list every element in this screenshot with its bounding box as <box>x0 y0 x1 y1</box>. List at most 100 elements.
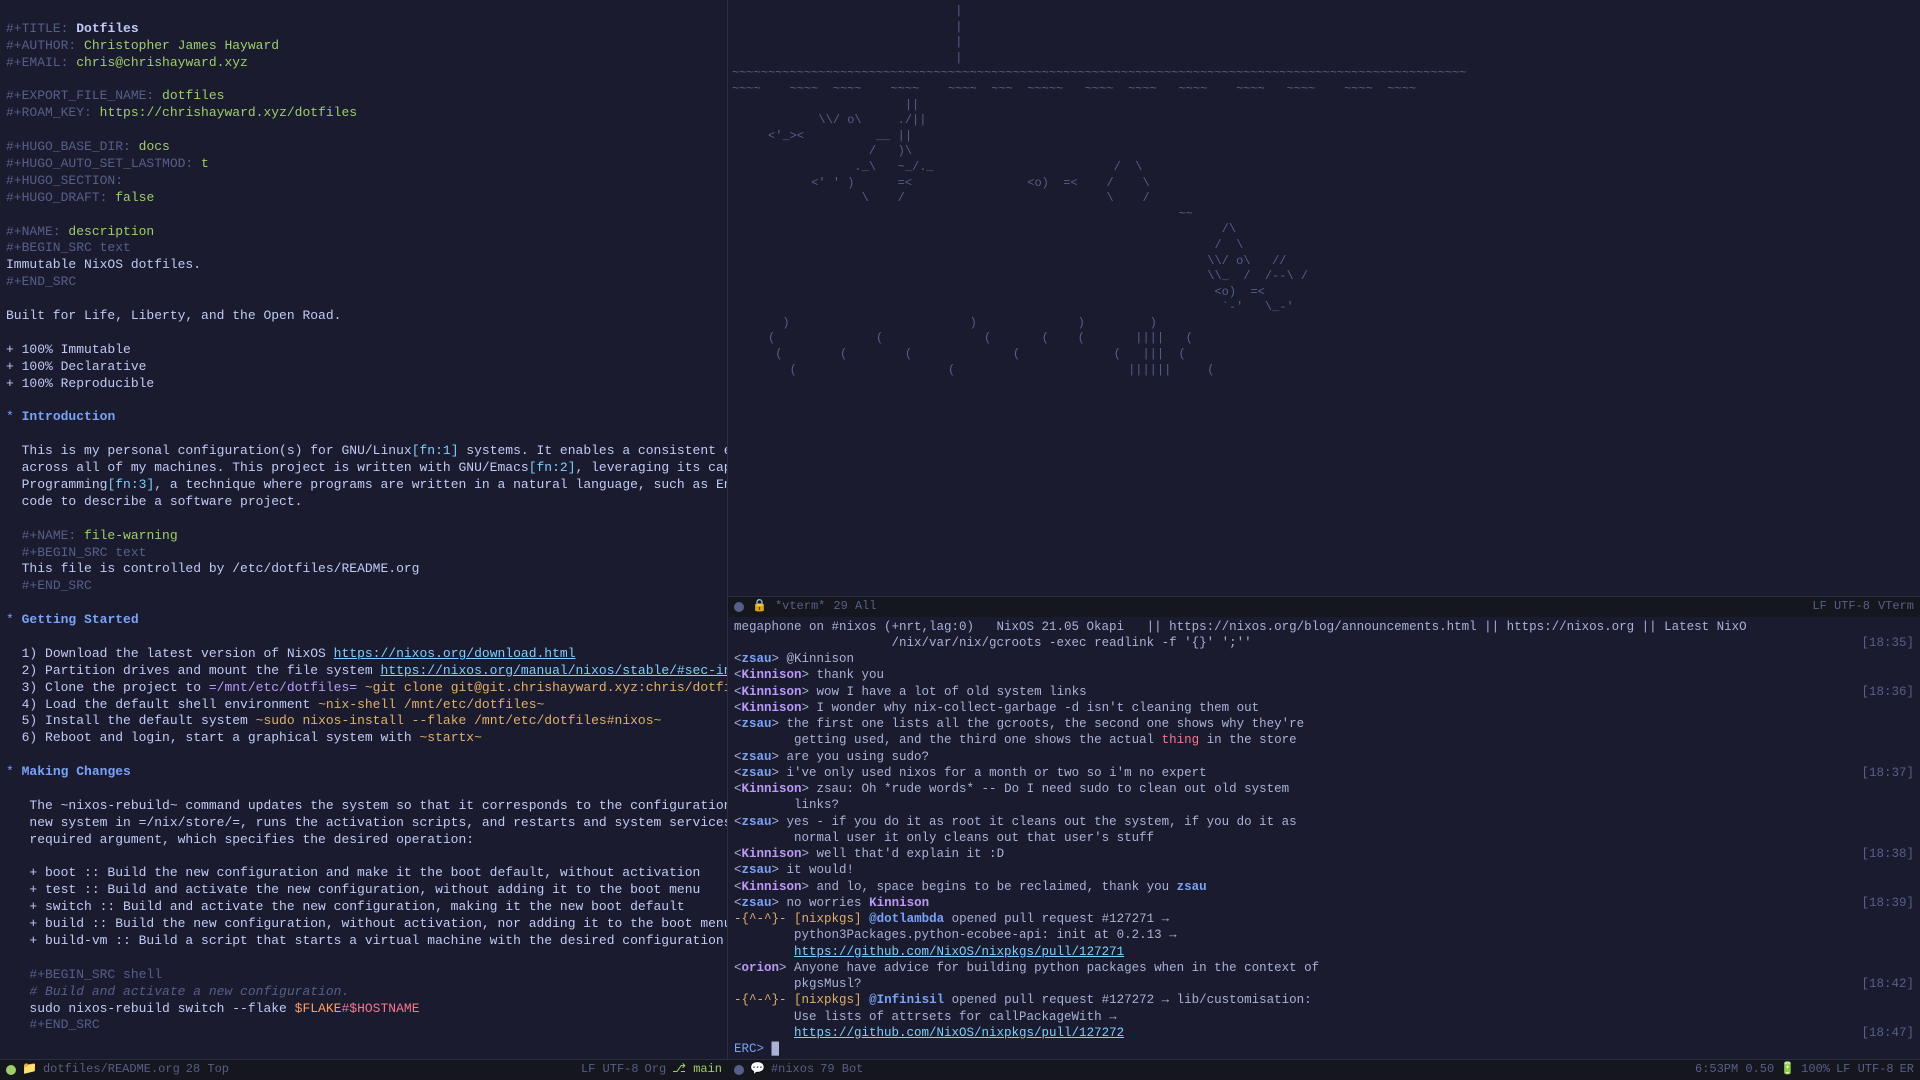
modified-dot-icon <box>6 1065 16 1075</box>
footnote-ref[interactable]: [fn:3] <box>107 477 154 492</box>
battery-pct: 100% <box>1801 1062 1830 1078</box>
name-value: file-warning <box>84 528 178 543</box>
hugo-lastmod-kw: #+HUGO_AUTO_SET_LASTMOD: <box>6 156 193 171</box>
irc-message: Use lists of attrsets for callPackageWit… <box>734 1009 1914 1025</box>
position: 29 All <box>833 599 876 615</box>
author-value: Christopher James Hayward <box>84 38 279 53</box>
erc-prompt: ERC> <box>734 1042 764 1056</box>
op-item: + boot :: Build the new configuration an… <box>29 865 700 880</box>
intro-text: This is my personal configuration(s) for… <box>22 443 412 458</box>
irc-message: <zsau> are you using sudo? <box>734 749 1914 765</box>
position: 79 Bot <box>820 1062 863 1078</box>
warn-body: This file is controlled by /etc/dotfiles… <box>22 561 420 576</box>
hugo-base-kw: #+HUGO_BASE_DIR: <box>6 139 131 154</box>
irc-topic: megaphone on #nixos (+nrt,lag:0) NixOS 2… <box>734 619 1914 635</box>
irc-message: python3Packages.python-ecobee-api: init … <box>734 927 1914 943</box>
encoding: LF UTF-8 <box>1812 599 1870 615</box>
chat-icon: 💬 <box>750 1062 765 1078</box>
irc-buffer[interactable]: megaphone on #nixos (+nrt,lag:0) NixOS 2… <box>728 617 1920 1060</box>
title-kw: #+TITLE: <box>6 21 68 36</box>
irc-message: <zsau> no worries Kinnison[18:39] <box>734 895 1914 911</box>
command: ~startx~ <box>419 730 481 745</box>
end-src: #+END_SRC <box>22 578 92 593</box>
heading-making-changes[interactable]: Making Changes <box>22 764 131 779</box>
begin-src: #+BEGIN_SRC text <box>6 240 131 255</box>
step-text: 1) Download the latest version of NixOS <box>22 646 334 661</box>
irc-message: <zsau> it would! <box>734 862 1914 878</box>
irc-message: -{^-^}- [nixpkgs] @dotlambda opened pull… <box>734 911 1914 927</box>
bullet: + 100% Declarative <box>6 359 146 374</box>
vterm-ascii-art[interactable]: | | | | ~~~~~~~~~~~~~~~~~~~~~~~~~~~~~~~~… <box>728 0 1920 596</box>
irc-message: <Kinnison> zsau: Oh *rude words* -- Do I… <box>734 781 1914 797</box>
intro-text: Programming <box>22 477 108 492</box>
begin-src-shell: #+BEGIN_SRC shell <box>29 967 162 982</box>
intro-text: , a technique where programs are written… <box>154 477 728 492</box>
tagline: Built for Life, Liberty, and the Open Ro… <box>6 308 341 323</box>
intro-text: code to describe a software project. <box>22 494 303 509</box>
irc-message: <zsau> yes - if you do it as root it cle… <box>734 814 1914 830</box>
author-kw: #+AUTHOR: <box>6 38 76 53</box>
name-value: description <box>68 224 154 239</box>
battery-icon: 🔋 <box>1780 1062 1795 1078</box>
irc-message: -{^-^}- [nixpkgs] @Infinisil opened pull… <box>734 992 1914 1008</box>
step-text: 4) Load the default shell environment <box>22 697 318 712</box>
irc-message: <zsau> i've only used nixos for a month … <box>734 765 1914 781</box>
hugo-base-value: docs <box>139 139 170 154</box>
download-link[interactable]: https://nixos.org/download.html <box>334 646 576 661</box>
irc-message: <Kinnison> thank you <box>734 667 1914 683</box>
export-kw: #+EXPORT_FILE_NAME: <box>6 88 154 103</box>
heading-getting-started[interactable]: Getting Started <box>22 612 139 627</box>
erc-prompt-line[interactable]: ERC> █ <box>734 1041 1914 1057</box>
hugo-draft-kw: #+HUGO_DRAFT: <box>6 190 107 205</box>
irc-message: <orion> Anyone have advice for building … <box>734 960 1914 976</box>
git-branch: main <box>693 1062 722 1076</box>
irc-message: https://github.com/NixOS/nixpkgs/pull/12… <box>734 1025 1914 1041</box>
branch-icon: ⎇ <box>672 1062 686 1076</box>
status-dot-icon <box>734 1065 744 1075</box>
intro-text: , leveraging its capabilities for Litera… <box>576 460 728 475</box>
irc-message: <zsau> @Kinnison <box>734 651 1914 667</box>
vterm-modeline[interactable]: 🔒 *vterm* 29 All LF UTF-8 VTerm <box>728 596 1920 617</box>
major-mode: Org <box>645 1062 667 1078</box>
footnote-ref[interactable]: [fn:1] <box>412 443 459 458</box>
footnote-ref[interactable]: [fn:2] <box>529 460 576 475</box>
intro-text: across all of my machines. This project … <box>22 460 529 475</box>
end-src: #+END_SRC <box>29 1017 99 1032</box>
readonly-icon: 🔒 <box>752 599 767 615</box>
email-value: chris@chrishayward.xyz <box>76 55 248 70</box>
heading-intro[interactable]: Introduction <box>22 409 116 424</box>
mc-text: new system in =/nix/store/=, runs the ac… <box>29 815 728 830</box>
roam-kw: #+ROAM_KEY: <box>6 105 92 120</box>
desc-body: Immutable NixOS dotfiles. <box>6 257 201 272</box>
irc-message: getting used, and the third one shows th… <box>734 732 1914 748</box>
irc-message: normal user it only cleans out that user… <box>734 830 1914 846</box>
org-editor[interactable]: #+TITLE: Dotfiles #+AUTHOR: Christopher … <box>0 0 728 1059</box>
partitioning-link[interactable]: https://nixos.org/manual/nixos/stable/#s… <box>380 663 728 678</box>
irc-message: <zsau> the first one lists all the gcroo… <box>734 716 1914 732</box>
step-text: 5) Install the default system <box>22 713 256 728</box>
right-modeline[interactable]: 💬 #nixos 79 Bot 6:53PM 0.50 🔋100% LF UTF… <box>728 1059 1920 1080</box>
command: ~nix-shell /mnt/etc/dotfiles~ <box>318 697 544 712</box>
export-value: dotfiles <box>162 88 224 103</box>
bullet: + 100% Immutable <box>6 342 131 357</box>
encoding: LF UTF-8 <box>581 1062 639 1078</box>
left-modeline[interactable]: 📁 dotfiles/README.org 28 Top LF UTF-8 Or… <box>0 1059 728 1080</box>
end-src: #+END_SRC <box>6 274 76 289</box>
hugo-draft-value: false <box>115 190 154 205</box>
shell-comment: # Build and activate a new configuration… <box>29 984 349 999</box>
command: ~sudo nixos-install --flake /mnt/etc/dot… <box>256 713 662 728</box>
channel-name: #nixos <box>771 1062 814 1078</box>
irc-message: https://github.com/NixOS/nixpkgs/pull/12… <box>734 944 1914 960</box>
status-dot-icon <box>734 602 744 612</box>
buffer-file: dotfiles/README.org <box>43 1062 180 1078</box>
shell-cmd: sudo nixos-rebuild switch --flake <box>29 1001 294 1016</box>
timestamp: [18:35] <box>1861 635 1914 651</box>
step-text: 6) Reboot and login, start a graphical s… <box>22 730 420 745</box>
email-kw: #+EMAIL: <box>6 55 68 70</box>
irc-message: <Kinnison> well that'd explain it :D[18:… <box>734 846 1914 862</box>
shell-hostname: $HOSTNAME <box>349 1001 419 1016</box>
clock: 6:53PM 0.50 <box>1695 1062 1774 1078</box>
major-mode: ER <box>1900 1062 1914 1078</box>
major-mode: VTerm <box>1878 599 1914 615</box>
erc-input[interactable]: █ <box>772 1042 780 1056</box>
